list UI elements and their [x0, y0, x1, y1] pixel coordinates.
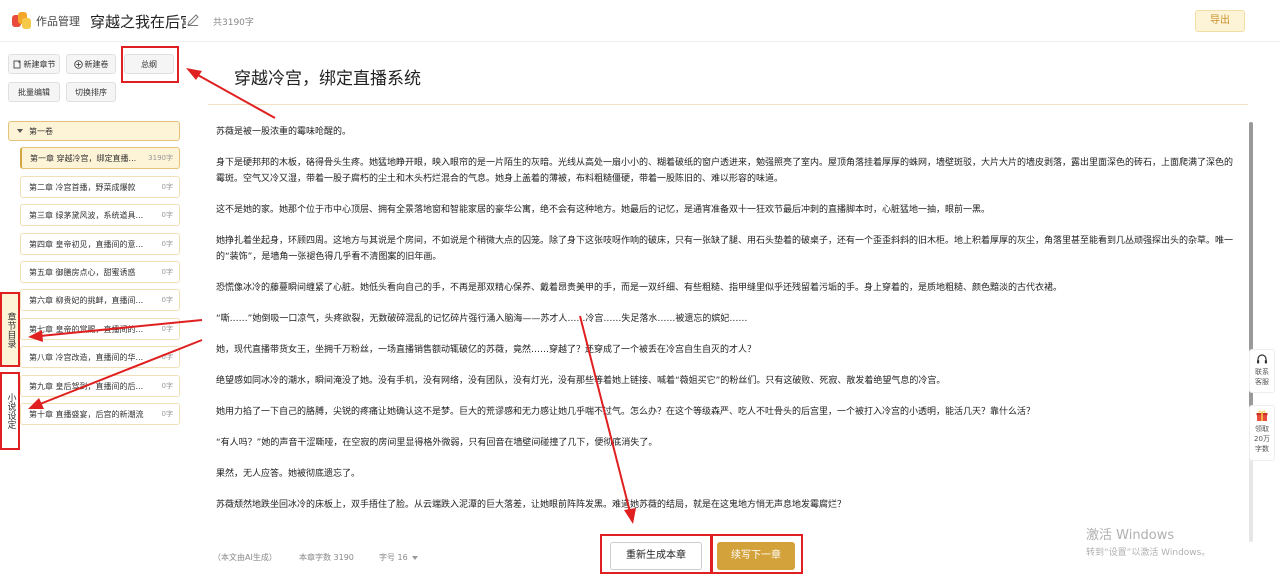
chapter-item-10[interactable]: 第十章 直播盛宴，后宫的新潮流 0字 [20, 403, 180, 425]
caret-down-icon [411, 555, 418, 560]
novel-settings-tab[interactable]: 小说设定 [0, 372, 20, 450]
ai-generated-note: （本文由AI生成） [213, 553, 277, 562]
chapter-item-6[interactable]: 第六章 柳贵妃的挑衅，直播间... 0字 [20, 289, 180, 311]
annotation-box-regenerate [600, 534, 712, 574]
new-volume-label: 新建卷 [84, 59, 109, 69]
paragraph: 苏薇是被一股浓重的霉味呛醒的。 [216, 127, 352, 137]
chapter-count: 0字 [161, 183, 173, 191]
chapter-title: 第五章 御膳房点心，甜蜜诱惑 [29, 267, 136, 277]
paragraph: 她，现代直播带货女王，坐拥千万粉丝，一场直播销售额动辄破亿的苏薇，竟然……穿越了… [216, 345, 757, 355]
brand[interactable]: 作品管理 [12, 12, 80, 30]
watermark-line-1: 激活 Windows [1086, 528, 1175, 543]
chapter-count: 0字 [161, 410, 173, 418]
chapter-item-8[interactable]: 第八章 冷宫改造，直播间的华... 0字 [20, 346, 180, 368]
annotation-box-continue [711, 534, 803, 574]
export-button[interactable]: 导出 [1195, 10, 1245, 32]
annotation-box-outline [121, 46, 179, 83]
paragraph: “嘶……”她倒吸一口凉气，头疼欲裂，无数破碎混乱的记忆碎片强行涌入脑海——苏才人… [216, 314, 748, 324]
paragraph: 绝望感如同冰冷的潮水，瞬间淹没了她。没有手机，没有网络，没有团队，没有灯光，没有… [216, 376, 946, 386]
new-chapter-icon [13, 60, 20, 68]
chapter-heading: 穿越冷宫，绑定直播系统 [234, 69, 421, 89]
plus-circle-icon [73, 59, 83, 69]
paragraph: “有人吗？”她的声音干涩嘶哑，在空寂的房间里显得格外微弱，只有回音在墙壁间碰撞了… [216, 438, 658, 448]
chapter-title: 第一章 穿越冷宫，绑定直播... [30, 153, 137, 163]
chapter-item-2[interactable]: 第二章 冷宫首播，野菜成爆款 0字 [20, 176, 180, 198]
chapter-item-7[interactable]: 第七章 皇帝的赏赐，直播间的... 0字 [20, 318, 180, 340]
paragraph: 苏薇颓然地跌坐回冰冷的床板上，双手捂住了脸。从云端跌入泥潭的巨大落差，让她眼前阵… [216, 500, 847, 510]
brand-logo-icon [12, 12, 32, 30]
chapter-item-3[interactable]: 第三章 绿茅黛风波，系统道具... 0字 [20, 204, 180, 226]
switch-sort-button[interactable]: 切换排序 [66, 82, 116, 102]
headset-icon [1257, 354, 1267, 364]
paragraph: 恐慌像冰冷的藤蔓瞬间缠紧了心脏。她低头看向自己的手，不再是那双精心保养、戴着昂贵… [216, 283, 1063, 293]
chapter-content[interactable]: 苏薇是被一股浓重的霉味呛醒的。 身下是硬邦邦的木板，硌得骨头生疼。她猛地睁开眼，… [216, 124, 1240, 524]
claim-words-label: 领取20万字数 [1254, 425, 1270, 453]
chapter-count: 0字 [161, 353, 173, 361]
chapter-count: 0字 [161, 211, 173, 219]
font-size-select[interactable]: 字号 16 [379, 552, 418, 563]
chapter-count: 0字 [161, 325, 173, 333]
chapter-count: 0字 [161, 240, 173, 248]
gift-icon [1256, 410, 1268, 421]
chapter-count: 3190字 [148, 154, 173, 162]
windows-activation-watermark: 激活 Windows 转到“设置”以激活 Windows。 [1086, 524, 1210, 558]
chapter-word-count: 本章字数 3190 [299, 553, 354, 562]
font-size-label: 字号 16 [379, 553, 408, 562]
chapter-title: 第二章 冷宫首播，野菜成爆款 [29, 182, 136, 192]
volume-label: 第一卷 [29, 126, 53, 136]
paragraph: 果然，无人应答。她被彻底遗忘了。 [216, 469, 361, 479]
top-bar: 作品管理 穿越之我在后宫直播 共3190字 导出 [0, 0, 1280, 42]
chapter-item-4[interactable]: 第四章 皇帝初见，直播间的意... 0字 [20, 233, 180, 255]
paragraph: 这不是她的家。她那个位于市中心顶层、拥有全景落地窗和智能家居的豪华公寓，绝不会有… [216, 205, 991, 215]
watermark-line-2: 转到“设置”以激活 Windows。 [1086, 548, 1211, 558]
claim-words-widget[interactable]: 领取20万字数 [1249, 405, 1275, 461]
edit-pencil-icon[interactable] [186, 13, 200, 27]
chapter-title: 第七章 皇帝的赏赐，直播间的... [29, 324, 144, 334]
volume-item[interactable]: 第一卷 [8, 121, 180, 141]
new-chapter-button[interactable]: 新建章节 [8, 54, 60, 74]
brand-text: 作品管理 [36, 15, 80, 28]
new-chapter-label: 新建章节 [23, 59, 56, 69]
chapter-item-1[interactable]: 第一章 穿越冷宫，绑定直播... 3190字 [20, 147, 180, 169]
chapter-count: 0字 [161, 296, 173, 304]
chapter-item-9[interactable]: 第九章 皇后驾到，直播间的后... 0字 [20, 375, 180, 397]
chapter-title: 第八章 冷宫改造，直播间的华... [29, 352, 144, 362]
sidebar: 新建章节 新建卷 总纲 批量编辑 切换排序 第一卷 第一章 穿越冷宫，绑定直播.… [0, 42, 190, 576]
chapter-count: 0字 [161, 382, 173, 390]
paragraph: 她用力掐了一下自己的胳膊，尖锐的疼痛让她确认这不是梦。巨大的荒谬感和无力感让她几… [216, 407, 1036, 417]
chapter-title: 第三章 绿茅黛风波，系统道具... [29, 210, 144, 220]
book-title: 穿越之我在后宫直播 [90, 13, 186, 31]
chapter-title: 第四章 皇帝初见，直播间的意... [29, 239, 144, 249]
caret-down-icon [17, 129, 23, 133]
paragraph: 身下是硬邦邦的木板，硌得骨头生疼。她猛地睁开眼，映入眼帘的是一片陌生的灰暗。光线… [216, 158, 1234, 184]
word-total: 共3190字 [213, 18, 254, 28]
paragraph: 她挣扎着坐起身，环顾四周。这地方与其说是个房间，不如说是个稍微大点的囚笼。除了身… [216, 236, 1234, 262]
batch-edit-button[interactable]: 批量编辑 [8, 82, 60, 102]
chapter-item-5[interactable]: 第五章 御膳房点心，甜蜜诱惑 0字 [20, 261, 180, 283]
chapter-title: 第九章 皇后驾到，直播间的后... [29, 381, 144, 391]
chapter-title: 第六章 柳贵妃的挑衅，直播间... [29, 295, 144, 305]
chapter-list-tab[interactable]: 章节目录 [0, 292, 20, 367]
new-volume-button[interactable]: 新建卷 [66, 54, 116, 74]
chapter-title: 第十章 直播盛宴，后宫的新潮流 [29, 409, 144, 419]
title-divider [208, 104, 1248, 105]
customer-service-label: 联系客服 [1255, 368, 1269, 386]
chapter-count: 0字 [161, 268, 173, 276]
customer-service-widget[interactable]: 联系客服 [1249, 349, 1275, 393]
